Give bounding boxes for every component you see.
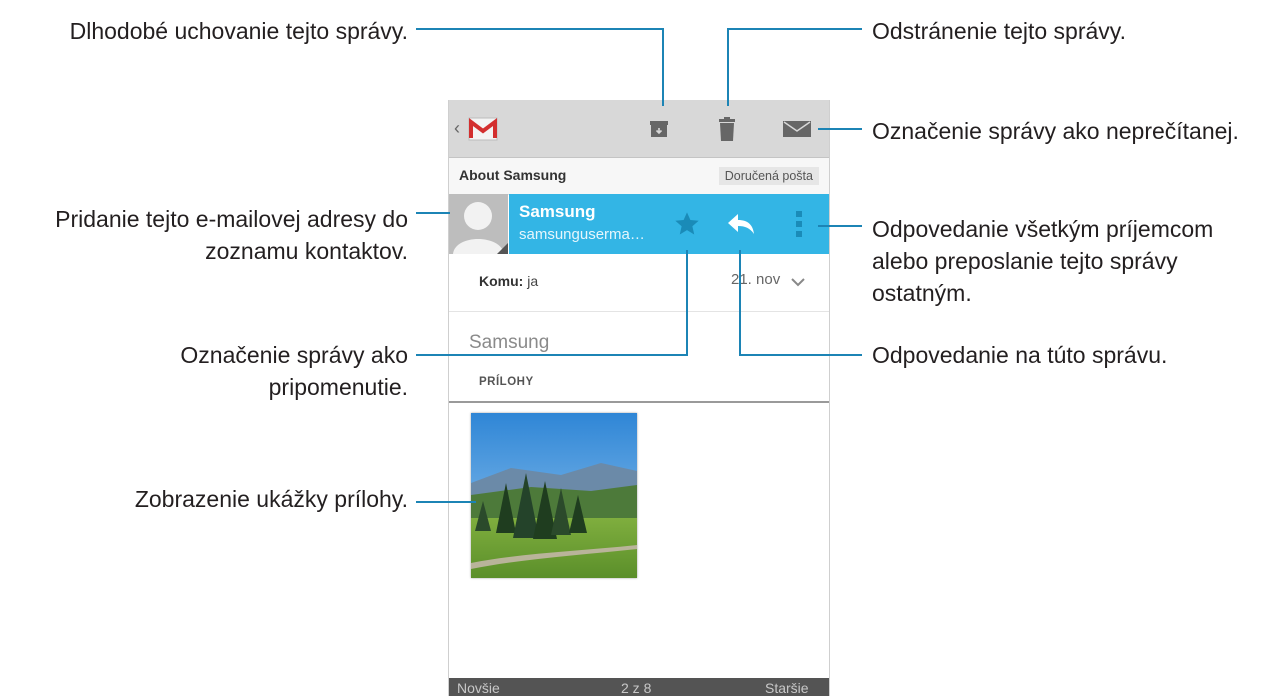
mark-unread-icon — [783, 120, 811, 137]
callout-archive: Dlhodobé uchovanie tejto správy. — [69, 18, 408, 44]
sender-info: Samsung samsunguserma… — [509, 194, 829, 254]
leader-archive-v — [662, 28, 664, 106]
sender-name: Samsung — [519, 202, 596, 221]
subject-row: About Samsung Doručená pošta — [449, 158, 829, 195]
callout-reply-all-line2: alebo preposlanie tejto správy — [872, 248, 1178, 274]
newer-button[interactable]: Novšie — [457, 680, 500, 696]
leader-reply-h — [739, 354, 862, 356]
action-bar: ‹ — [449, 100, 829, 158]
reply-icon[interactable] — [727, 212, 755, 236]
callout-add-contact-line1: Pridanie tejto e-mailovej adresy do — [55, 206, 408, 232]
callout-delete: Odstránenie tejto správy. — [872, 18, 1126, 44]
sender-email: samsunguserma… — [519, 226, 645, 243]
contact-photo-placeholder-icon — [449, 194, 508, 254]
leader-delete-h — [727, 28, 862, 30]
leader-preview-h — [416, 501, 476, 503]
message-body: Samsung — [469, 332, 550, 353]
older-button[interactable]: Staršie — [765, 680, 809, 696]
attachment-thumbnail[interactable] — [471, 413, 637, 578]
archive-icon — [650, 120, 668, 137]
back-chevron-icon: ‹ — [454, 118, 460, 138]
leader-add-contact-h — [416, 212, 450, 214]
archive-button[interactable] — [639, 100, 679, 157]
email-screen: ‹ About Samsung Doručená pošta Samsung s… — [448, 100, 830, 696]
callout-preview: Zobrazenie ukážky prílohy. — [134, 486, 408, 512]
contact-avatar[interactable] — [449, 194, 508, 254]
leader-unread-h — [818, 128, 862, 130]
leader-reply-v — [739, 250, 741, 356]
callout-reply: Odpovedanie na túto správu. — [872, 342, 1168, 368]
message-subject: About Samsung — [459, 167, 567, 183]
chevron-down-icon[interactable] — [791, 277, 805, 287]
navigation-bar: Novšie 2 z 8 Staršie — [449, 678, 829, 696]
leader-delete-v — [727, 28, 729, 106]
gmail-logo-icon — [468, 117, 498, 140]
callout-star-line2: pripomenutie. — [268, 374, 408, 400]
overflow-menu-icon[interactable] — [795, 211, 803, 237]
callout-add-contact-line2: zoznamu kontaktov. — [205, 238, 408, 264]
leader-star-h — [416, 354, 688, 356]
leader-star-v — [686, 250, 688, 356]
mark-unread-button[interactable] — [775, 100, 819, 157]
star-icon[interactable] — [673, 210, 701, 238]
callout-reply-all-line1: Odpovedanie všetkým príjemcom — [872, 216, 1214, 242]
attachments-divider — [449, 401, 829, 403]
callout-unread: Označenie správy ako neprečítanej. — [872, 118, 1239, 144]
attachments-header: PRÍLOHY — [479, 376, 534, 388]
recipient-row[interactable]: Komu: ja 21. nov — [449, 255, 829, 312]
callout-reply-all-line3: ostatným. — [872, 280, 972, 306]
recipient-value: ja — [527, 273, 539, 289]
sender-header: Samsung samsunguserma… — [449, 194, 829, 254]
message-position: 2 z 8 — [621, 680, 652, 696]
leader-archive-h — [416, 28, 664, 30]
landscape-photo — [471, 413, 637, 578]
callout-star-line1: Označenie správy ako — [180, 342, 408, 368]
trash-icon — [719, 116, 735, 141]
folder-label[interactable]: Doručená pošta — [718, 167, 819, 185]
delete-button[interactable] — [707, 100, 747, 157]
leader-reply-all-h — [818, 225, 862, 227]
back-button[interactable]: ‹ — [451, 100, 503, 157]
recipient-label: Komu: ja — [479, 273, 539, 289]
